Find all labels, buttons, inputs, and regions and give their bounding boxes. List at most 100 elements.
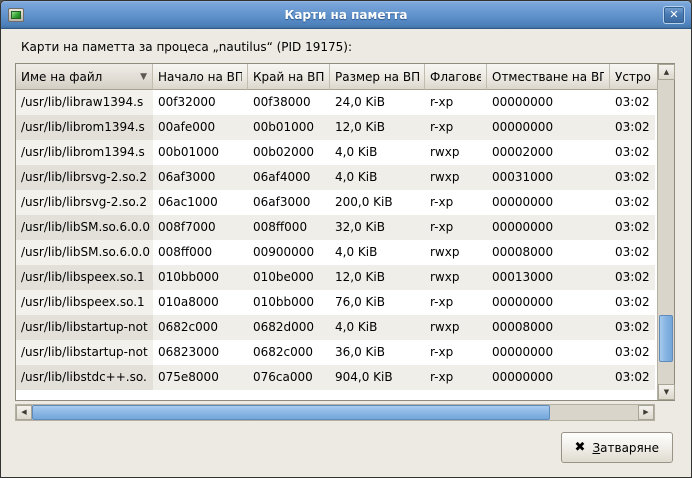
table-cell: 4,0 KiB: [330, 165, 425, 190]
table-row[interactable]: /usr/lib/librsvg-2.so.206af300006af40004…: [16, 165, 657, 190]
table-cell: 06823000: [153, 340, 248, 365]
table-cell: rwxp: [425, 315, 487, 340]
table-body: /usr/lib/libraw1394.s00f3200000f3800024,…: [16, 90, 657, 400]
table-cell: 4,0 KiB: [330, 240, 425, 265]
table-row[interactable]: /usr/lib/libstartup-not068230000682c0003…: [16, 340, 657, 365]
column-header-vm-start[interactable]: Начало на ВП: [153, 64, 248, 90]
table-cell: /usr/lib/libspeex.so.1: [16, 265, 153, 290]
table-cell: /usr/lib/libspeex.so.1: [16, 290, 153, 315]
table-cell: 00000000: [487, 115, 610, 140]
table-cell: 0682c000: [248, 340, 330, 365]
table-cell: 03:02: [610, 340, 655, 365]
column-header-filename[interactable]: Име на файл ▼: [16, 64, 153, 90]
column-header-device[interactable]: Устро: [610, 64, 657, 90]
table-row[interactable]: /usr/lib/libraw1394.s00f3200000f3800024,…: [16, 90, 657, 115]
table-cell: 075e8000: [153, 365, 248, 390]
scroll-down-icon[interactable]: ▼: [658, 384, 675, 400]
column-header-vm-offset[interactable]: Отместване на ВП: [487, 64, 610, 90]
horizontal-scrollbar[interactable]: ◀ ▶: [15, 404, 655, 421]
table-cell: 00afe000: [153, 115, 248, 140]
table-cell: 03:02: [610, 165, 655, 190]
horizontal-scrollbar-thumb[interactable]: [32, 405, 550, 420]
table-cell: 36,0 KiB: [330, 340, 425, 365]
table-cell: rwxp: [425, 265, 487, 290]
table-cell: 06ac1000: [153, 190, 248, 215]
column-header-label: Край на ВП: [253, 65, 324, 89]
table-cell: r-xp: [425, 115, 487, 140]
column-header-label: Устро: [615, 65, 651, 89]
table-cell: 00b02000: [248, 140, 330, 165]
table-cell: r-xp: [425, 215, 487, 240]
table-cell: 03:02: [610, 215, 655, 240]
monitor-screen-glyph: [11, 11, 21, 19]
column-header-vm-end[interactable]: Край на ВП: [248, 64, 330, 90]
table-cell: 03:02: [610, 240, 655, 265]
scroll-up-icon[interactable]: ▲: [658, 64, 675, 80]
table-cell: r-xp: [425, 365, 487, 390]
close-button[interactable]: ✖ Затваряне: [561, 432, 673, 463]
table-row[interactable]: /usr/lib/libstdc++.so.075e8000076ca00090…: [16, 365, 657, 390]
table-cell: 00008000: [487, 315, 610, 340]
titlebar-close-icon[interactable]: ✕: [663, 6, 685, 24]
vertical-scrollbar-thumb[interactable]: [659, 315, 673, 362]
table-cell: 008ff000: [248, 215, 330, 240]
table-cell: /usr/lib/libraw1394.s: [16, 90, 153, 115]
system-monitor-icon: [8, 8, 24, 22]
table-cell: 0682d000: [248, 315, 330, 340]
table-cell: 03:02: [610, 290, 655, 315]
table-cell: 010a8000: [153, 290, 248, 315]
table-cell: 00002000: [487, 140, 610, 165]
table-cell: 06af3000: [248, 190, 330, 215]
table-row[interactable]: /usr/lib/libSM.so.6.0.0008f7000008ff0003…: [16, 215, 657, 240]
table-cell: 076ca000: [248, 365, 330, 390]
table-cell: 00000000: [487, 290, 610, 315]
close-x-icon: ✖: [575, 440, 586, 455]
column-header-label: Отместване на ВП: [492, 65, 604, 89]
table-cell: 904,0 KiB: [330, 365, 425, 390]
table-cell: 06af4000: [248, 165, 330, 190]
memory-maps-dialog: Карти на паметта ✕ Карти на паметта за п…: [0, 0, 692, 478]
table-cell: /usr/lib/librsvg-2.so.2: [16, 190, 153, 215]
sort-descending-icon: ▼: [134, 65, 147, 89]
scroll-left-icon[interactable]: ◀: [16, 405, 32, 420]
column-header-flags[interactable]: Флагове: [425, 64, 487, 90]
table-cell: 00000000: [487, 215, 610, 240]
table-cell: 010bb000: [248, 290, 330, 315]
memory-maps-table: Име на файл ▼ Начало на ВП Край на ВП Ра…: [15, 63, 675, 401]
table-cell: /usr/lib/libSM.so.6.0.0: [16, 240, 153, 265]
table-cell: 00b01000: [248, 115, 330, 140]
table-cell: /usr/lib/libSM.so.6.0.0: [16, 215, 153, 240]
table-cell: 00000000: [487, 340, 610, 365]
table-row[interactable]: /usr/lib/libspeex.so.1010a8000010bb00076…: [16, 290, 657, 315]
table-cell: 00f32000: [153, 90, 248, 115]
column-header-label: Име на файл: [21, 65, 102, 89]
column-header-label: Флагове: [430, 65, 481, 89]
column-header-vm-size[interactable]: Размер на ВП: [330, 64, 425, 90]
table-cell: r-xp: [425, 90, 487, 115]
table-cell: 03:02: [610, 265, 655, 290]
table-cell: 00900000: [248, 240, 330, 265]
table-row[interactable]: /usr/lib/libstartup-not0682c0000682d0004…: [16, 315, 657, 340]
table-cell: /usr/lib/librsvg-2.so.2: [16, 165, 153, 190]
table-row[interactable]: /usr/lib/librsvg-2.so.206ac100006af30002…: [16, 190, 657, 215]
table-cell: 00000000: [487, 190, 610, 215]
table-row[interactable]: /usr/lib/librom1394.s00b0100000b020004,0…: [16, 140, 657, 165]
table-cell: 03:02: [610, 90, 655, 115]
table-row[interactable]: /usr/lib/libspeex.so.1010bb000010be00012…: [16, 265, 657, 290]
table-cell: 00000000: [487, 365, 610, 390]
table-header: Име на файл ▼ Начало на ВП Край на ВП Ра…: [16, 64, 657, 90]
table-cell: 200,0 KiB: [330, 190, 425, 215]
table-row[interactable]: /usr/lib/libSM.so.6.0.0008ff000009000004…: [16, 240, 657, 265]
close-button-label: Затваряне: [592, 441, 659, 455]
table-row[interactable]: /usr/lib/librom1394.s00afe00000b0100012,…: [16, 115, 657, 140]
table-cell: 32,0 KiB: [330, 215, 425, 240]
table-cell: 03:02: [610, 315, 655, 340]
table-cell: 008f7000: [153, 215, 248, 240]
titlebar[interactable]: Карти на паметта ✕: [1, 1, 691, 29]
table-cell: 03:02: [610, 115, 655, 140]
scroll-right-icon[interactable]: ▶: [638, 405, 654, 420]
vertical-scrollbar[interactable]: ▲ ▼: [657, 64, 674, 400]
table-cell: /usr/lib/librom1394.s: [16, 140, 153, 165]
column-header-label: Размер на ВП: [335, 65, 419, 89]
table-cell: 03:02: [610, 140, 655, 165]
